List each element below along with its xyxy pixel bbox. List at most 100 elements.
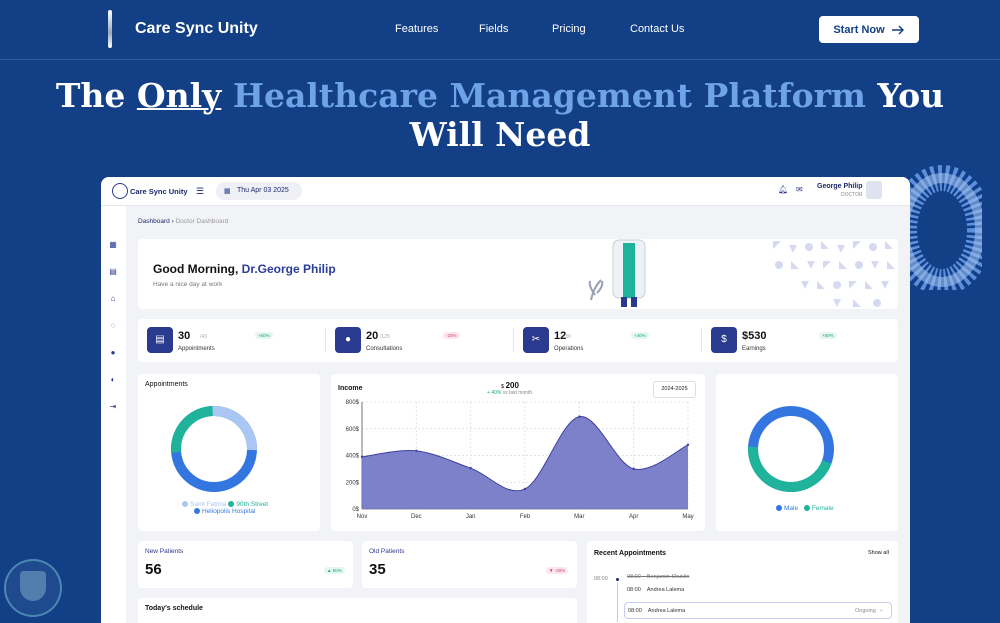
divider: [325, 328, 326, 352]
recent-appointments-card: Recent Appointments Show all 08:00 08:00…: [587, 541, 898, 623]
recent-time: 08:00: [627, 587, 641, 593]
x-tick-label: Dec: [411, 514, 422, 520]
stat-badge: -20%: [443, 332, 460, 339]
income-value: 200: [505, 381, 519, 390]
income-amount: $ 200: [501, 381, 519, 390]
sidebar: ▦ ▤ ⌂ ◌ ● ◐ ⇥: [101, 206, 126, 623]
y-tick-label: 400$: [346, 454, 360, 460]
stat-value: 30: [178, 330, 191, 342]
hero-highlight: Healthcare Management Platform: [232, 76, 866, 115]
income-point: [523, 487, 527, 491]
user-settings-icon[interactable]: ◐: [108, 375, 118, 385]
stat-earnings[interactable]: $ $530 Earnings +50%: [711, 327, 891, 355]
recent-row[interactable]: 08:00 Andrea Lalema: [627, 587, 684, 593]
greeting-subtitle: Have a nice day at work: [153, 281, 223, 288]
x-tick-label: Jan: [466, 514, 476, 520]
avatar[interactable]: [866, 181, 882, 199]
shield-icon: [20, 571, 46, 601]
nav-contact[interactable]: Contact Us: [630, 23, 684, 35]
patients-icon[interactable]: ⌂: [108, 294, 118, 304]
timeline-dot: [616, 578, 619, 581]
doctor-illustration: [588, 239, 646, 307]
legend-male: Male: [784, 505, 799, 512]
hero-word-the: The: [55, 76, 126, 115]
logout-icon[interactable]: ⇥: [108, 402, 118, 412]
stat-consultations[interactable]: ● 20 /125 Consultations -20%: [335, 327, 515, 355]
income-point: [578, 415, 581, 418]
user-icon[interactable]: ●: [108, 348, 118, 358]
app-name: Care Sync Unity: [130, 187, 188, 196]
hero-word-you: You: [877, 76, 945, 115]
recent-row[interactable]: 08:00 Benjamin Shuklin: [627, 574, 689, 580]
stats-bar: ▤ 30 /43 Appointments +60% ● 20 /125 Con…: [138, 319, 898, 362]
y-tick-label: 800$: [346, 400, 360, 406]
dashboard-icon[interactable]: ▦: [108, 240, 118, 250]
stat-badge: +40%: [631, 332, 649, 339]
stat-badge: +60%: [255, 332, 273, 339]
chat-icon[interactable]: ◌: [108, 321, 118, 331]
gender-legend: Male Female: [776, 505, 834, 512]
show-all-link[interactable]: Show all: [868, 550, 889, 556]
calendar-icon: ▦: [224, 188, 231, 195]
time-axis-label: 08:00: [594, 576, 608, 582]
hero-word-only: Only: [136, 76, 222, 115]
new-patients-card: New Patients 56 ▲ 60%: [138, 541, 353, 588]
nav-fields[interactable]: Fields: [479, 23, 508, 35]
recent-patient: Benjamin Shuklin: [646, 574, 690, 580]
x-tick-label: Nov: [357, 514, 368, 520]
y-tick-label: 0$: [352, 507, 359, 513]
stat-sub: /125: [380, 334, 390, 340]
recent-patient: Andrea Lalema: [646, 587, 685, 593]
calendar-nav-icon[interactable]: ▤: [108, 267, 118, 277]
app-logo-icon[interactable]: [112, 183, 128, 199]
x-tick-label: Apr: [629, 514, 638, 520]
date-display[interactable]: ▦ Thu Apr 03 2025: [216, 182, 302, 200]
breadcrumb: Dashboard › Doctor Dashboard: [138, 218, 228, 225]
legend-dot: [182, 501, 188, 508]
legend-dot: [228, 501, 235, 508]
income-point: [415, 449, 418, 453]
legend-heliopolis: Heliopolis Hospital: [202, 508, 256, 515]
new-patients-badge: ▲ 60%: [324, 567, 345, 574]
notification-bell-icon[interactable]: 🔔︎: [778, 185, 788, 194]
stat-sub: /43: [200, 334, 207, 340]
legend-dot: [194, 508, 200, 515]
hero-headline: The Only Healthcare Management Platform …: [0, 76, 1000, 154]
old-patients-badge: ▼ -20%: [546, 567, 569, 574]
hero-line-2: Will Need: [409, 115, 591, 154]
recent-time: 08:00: [627, 574, 641, 580]
greeting-doctor-name: Dr.George Philip: [241, 262, 336, 276]
wallet-icon: $: [711, 327, 737, 353]
arrow-right-icon: [891, 25, 904, 34]
legend-dot: [803, 505, 810, 512]
site-logo-text[interactable]: Care Sync Unity: [135, 20, 258, 38]
user-name[interactable]: George Philip: [817, 183, 863, 190]
nav-pricing[interactable]: Pricing: [552, 23, 586, 35]
chevron-down-icon[interactable]: ⌄: [879, 607, 884, 613]
site-logo-icon[interactable]: [108, 10, 112, 48]
x-tick-label: Mar: [574, 514, 584, 520]
hero-line-1: The Only Healthcare Management Platform …: [0, 76, 1000, 115]
recent-row-active[interactable]: 08:00 Andrea Lalema Ongoing ⌄: [624, 602, 892, 619]
nav-features[interactable]: Features: [395, 23, 438, 35]
y-tick-label: 600$: [346, 427, 360, 433]
hamburger-menu-icon[interactable]: ☰: [196, 186, 204, 197]
old-patients-label: Old Patients: [369, 548, 405, 555]
stat-value: $530: [742, 330, 767, 342]
user-role: DOCTOR: [841, 192, 863, 198]
breadcrumb-dashboard[interactable]: Dashboard: [138, 218, 170, 225]
new-patients-label: New Patients: [145, 548, 184, 555]
recent-time: 08:00: [628, 608, 642, 614]
messages-icon[interactable]: ✉: [796, 185, 803, 194]
income-card: Income $ 200 + 40% vs last month 2024-20…: [331, 374, 705, 531]
legend-female: Female: [811, 505, 834, 512]
appointments-card-title: Appointments: [145, 381, 188, 388]
stat-value: 20: [366, 330, 379, 342]
old-patients-card: Old Patients 35 ▼ -20%: [362, 541, 577, 588]
appointments-card: Appointments Saint Fatima 90th Street He…: [138, 374, 320, 531]
stat-operations[interactable]: ✂ 12 /30 Operations +40%: [523, 327, 703, 355]
start-now-button[interactable]: Start Now: [819, 16, 919, 43]
stat-appointments[interactable]: ▤ 30 /43 Appointments +60%: [147, 327, 327, 355]
income-title: Income: [338, 385, 363, 392]
income-point: [469, 467, 472, 470]
